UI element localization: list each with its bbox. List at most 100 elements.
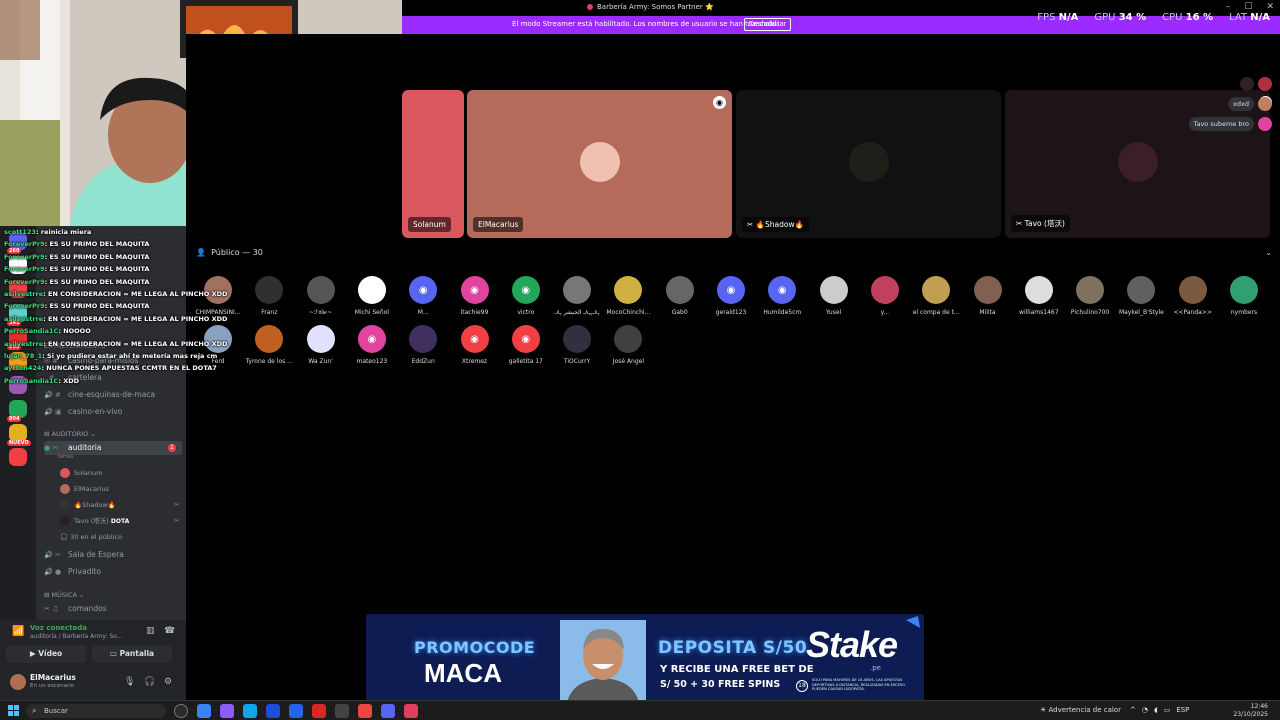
avatar: [409, 325, 438, 353]
audience-member[interactable]: TiOCurrY: [551, 325, 603, 365]
weather-widget[interactable]: ☀ Advertencia de calor: [1040, 706, 1121, 714]
taskbar-search[interactable]: ⌕ Buscar: [26, 704, 166, 718]
headphones-icon[interactable]: 🎧: [144, 677, 155, 687]
store-icon[interactable]: [266, 704, 280, 718]
video-tile[interactable]: ✂ 🔥Shadow🔥: [736, 90, 1001, 238]
speaker-icon[interactable]: ◖: [1154, 706, 1158, 714]
audience-member[interactable]: MocoChinchi...: [602, 276, 654, 316]
voice-user[interactable]: Tavo (塔沃) DOTA: [60, 514, 129, 528]
voice-user[interactable]: ElMacarius: [60, 482, 109, 496]
maximize-icon[interactable]: ☐: [1244, 2, 1252, 12]
audience-name: williams1467: [1019, 309, 1059, 316]
audience-name: nymbers: [1230, 309, 1258, 316]
wifi-icon[interactable]: ◔: [1142, 706, 1148, 714]
chat-message: ForeverPr9: ES SU PRIMO DEL MAQUITA: [4, 277, 150, 286]
audience-member[interactable]: Tyrone de los ...: [243, 325, 295, 365]
activity-item[interactable]: xdxd: [1189, 94, 1272, 114]
avatar: [973, 276, 1002, 304]
category-auditorio[interactable]: ⊞ AUDITORIO ⌄: [44, 430, 96, 438]
audience-member[interactable]: José Angel: [602, 325, 654, 365]
audience-member[interactable]: ﮩ٨ـﮩﮩ٨ـ الجيشر ﮩ٨ـ: [551, 276, 603, 317]
avatar: [819, 276, 848, 304]
terminal-icon[interactable]: [335, 704, 349, 718]
audience-member[interactable]: ◉ gerald123: [705, 276, 757, 316]
voice-channel-path[interactable]: auditoria / Barbería Army: So...: [30, 633, 123, 640]
microphone-icon[interactable]: 🎙: [124, 677, 135, 687]
audience-member[interactable]: Michi Señol: [346, 276, 398, 316]
voice-user[interactable]: 🔥Shadow🔥: [60, 498, 116, 512]
category-musica[interactable]: ⊞ MÚSICA ⌄: [44, 591, 84, 599]
audience-count[interactable]: 🎧 30 en el público: [60, 530, 122, 544]
audience-member[interactable]: Wa Zun': [295, 325, 347, 365]
audience-member[interactable]: <<Panda>>: [1167, 276, 1219, 316]
audience-member[interactable]: Pichulino700: [1064, 276, 1116, 316]
stake-logo: Stake: [806, 624, 898, 665]
server-icon[interactable]: 804: [7, 400, 27, 422]
audience-member[interactable]: ◉ Humilde5cm: [756, 276, 808, 316]
audience-member[interactable]: Franz: [243, 276, 295, 316]
video-tile[interactable]: Solanum: [402, 90, 464, 238]
windows-start-icon[interactable]: [8, 705, 19, 716]
chrome-icon[interactable]: [312, 704, 326, 718]
audience-member[interactable]: Gab0: [654, 276, 706, 316]
widgets-icon[interactable]: [197, 704, 211, 718]
outlook-icon[interactable]: [289, 704, 303, 718]
gear-icon[interactable]: ⚙: [164, 677, 172, 687]
language-indicator[interactable]: ESP: [1176, 706, 1189, 714]
edge-icon[interactable]: [243, 704, 257, 718]
audience-member[interactable]: y...: [859, 276, 911, 316]
channel-privadito[interactable]: 🔊 ● Privadito: [44, 565, 182, 579]
audience-name: MocoChinchi...: [606, 309, 651, 316]
server-icon[interactable]: [9, 448, 27, 466]
audience-member[interactable]: ◉ galletita 17: [500, 325, 552, 365]
audience-member[interactable]: ◉ itachie99: [449, 276, 501, 316]
voice-user[interactable]: Solanum: [60, 466, 102, 480]
audience-name: Pichulino700: [1070, 309, 1110, 316]
channel-auditoria[interactable]: ● ✂ auditoria 1: [44, 441, 182, 455]
activity-item[interactable]: Tavo subeme bro: [1188, 114, 1272, 134]
video-button[interactable]: ▶ Vídeo: [6, 645, 86, 663]
chevron-up-icon[interactable]: ^: [1130, 706, 1136, 714]
channel-casino-en-vivo[interactable]: 🔊 ▣ casino-en-vivo: [44, 405, 182, 419]
chat-text: EN CONSIDERACION = ME LLEGA AL PINCHO XD…: [48, 289, 228, 298]
copilot-icon[interactable]: [220, 704, 234, 718]
audience-member[interactable]: ◉ Xtremez: [449, 325, 501, 365]
disable-streamer-mode-button[interactable]: Deshabilitar: [744, 18, 791, 31]
windows-taskbar: ⌕ Buscar ☀ Advertencia de calor ^ ◔ ◖ ▭ …: [0, 700, 1280, 720]
minimize-icon[interactable]: –: [1226, 2, 1231, 12]
noise-suppression-icon[interactable]: ▥: [146, 626, 155, 636]
chevron-down-icon[interactable]: ⌄: [1265, 248, 1272, 257]
app-icon[interactable]: [404, 704, 418, 718]
audience-member[interactable]: Maykel_B'Style: [1115, 276, 1167, 316]
audience-member[interactable]: nymbers: [1218, 276, 1270, 316]
fullscreen-icon[interactable]: ◉: [713, 96, 726, 109]
screen-share-button[interactable]: ▭ Pantalla: [92, 645, 172, 663]
chat-text: ES SU PRIMO DEL MAQUITA: [49, 302, 150, 311]
taskbar-clock[interactable]: 12:46 23/10/2025: [1233, 703, 1268, 719]
audience-member[interactable]: el compa de t...: [910, 276, 962, 316]
channel-sala-de-espera[interactable]: 🔊 ✂ Sala de Espera: [44, 548, 182, 562]
audience-member[interactable]: ◉ victro: [500, 276, 552, 316]
audience-member[interactable]: ◉ M...: [397, 276, 449, 316]
audience-member[interactable]: ~ℱ𝔞𝔩𝔰𝔢~: [295, 276, 347, 317]
audience-name: Milita: [979, 309, 996, 316]
close-icon[interactable]: ✕: [1266, 2, 1274, 12]
channel-cine-esquinas[interactable]: 🔊 # cine-esquinas-de-maca: [44, 388, 182, 402]
battery-icon[interactable]: ▭: [1164, 706, 1171, 714]
audience-name: <<Panda>>: [1173, 309, 1212, 316]
video-tile[interactable]: ◉ ElMacarius: [467, 90, 732, 238]
disconnect-icon[interactable]: ☎: [164, 626, 175, 636]
audience-member[interactable]: EddZun: [397, 325, 449, 365]
audience-member[interactable]: Yusel: [808, 276, 860, 316]
activity-item[interactable]: [1189, 74, 1272, 94]
server-icon[interactable]: NUEVO: [7, 424, 31, 446]
discord-icon[interactable]: [381, 704, 395, 718]
task-view-icon[interactable]: [174, 704, 188, 718]
channel-comandos[interactable]: ✂ ♫ comandos: [44, 602, 182, 616]
audience-member[interactable]: williams1467: [1013, 276, 1065, 316]
app-icon[interactable]: [358, 704, 372, 718]
audience-member[interactable]: ◉ mateo123: [346, 325, 398, 365]
avatar[interactable]: [10, 674, 26, 690]
audience-name: Wa Zun': [308, 358, 333, 365]
audience-member[interactable]: Milita: [962, 276, 1014, 316]
